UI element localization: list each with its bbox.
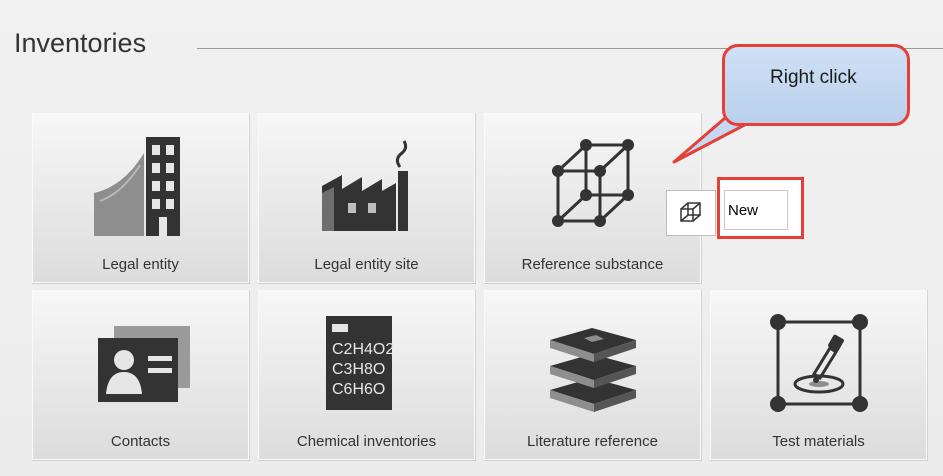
contact-card-icon (97, 326, 190, 402)
tile-label: Literature reference (527, 433, 658, 450)
formula-line: C6H6O (332, 381, 385, 398)
chemical-formula-icon: C2H4O2 C3H8O C6H6O (325, 316, 394, 410)
test-material-icon (769, 314, 868, 412)
tile-label: Legal entity (102, 256, 179, 273)
tile-label: Reference substance (521, 256, 664, 273)
books-stack-icon (549, 328, 636, 412)
tile-contacts[interactable]: Contacts (32, 290, 250, 461)
factory-icon (321, 140, 408, 231)
callout-text: Right click (770, 67, 857, 88)
tile-label: Legal entity site (314, 256, 419, 273)
tile-label: Chemical inventories (296, 433, 437, 450)
molecule-lattice-icon (551, 139, 634, 227)
section-title: Inventories (14, 28, 147, 58)
tile-legal-entity-site[interactable]: Legal entity site (258, 113, 476, 284)
tile-chemical-inventories[interactable]: C2H4O2 C3H8O C6H6O Chemical inventories (258, 290, 476, 461)
tile-test-materials[interactable]: Test materials (710, 290, 928, 461)
building-icon (93, 137, 180, 236)
tile-label: Test materials (772, 433, 865, 450)
tile-legal-entity[interactable]: Legal entity (32, 113, 250, 284)
molecule-lattice-small-icon (680, 202, 701, 222)
formula-line: C2H4O2 (332, 341, 394, 358)
tile-label: Contacts (110, 433, 171, 450)
new-menu-label: New (728, 202, 759, 219)
formula-line: C3H8O (332, 361, 385, 378)
context-menu-icon-box[interactable] (666, 190, 716, 236)
tile-literature-reference[interactable]: Literature reference (484, 290, 702, 461)
